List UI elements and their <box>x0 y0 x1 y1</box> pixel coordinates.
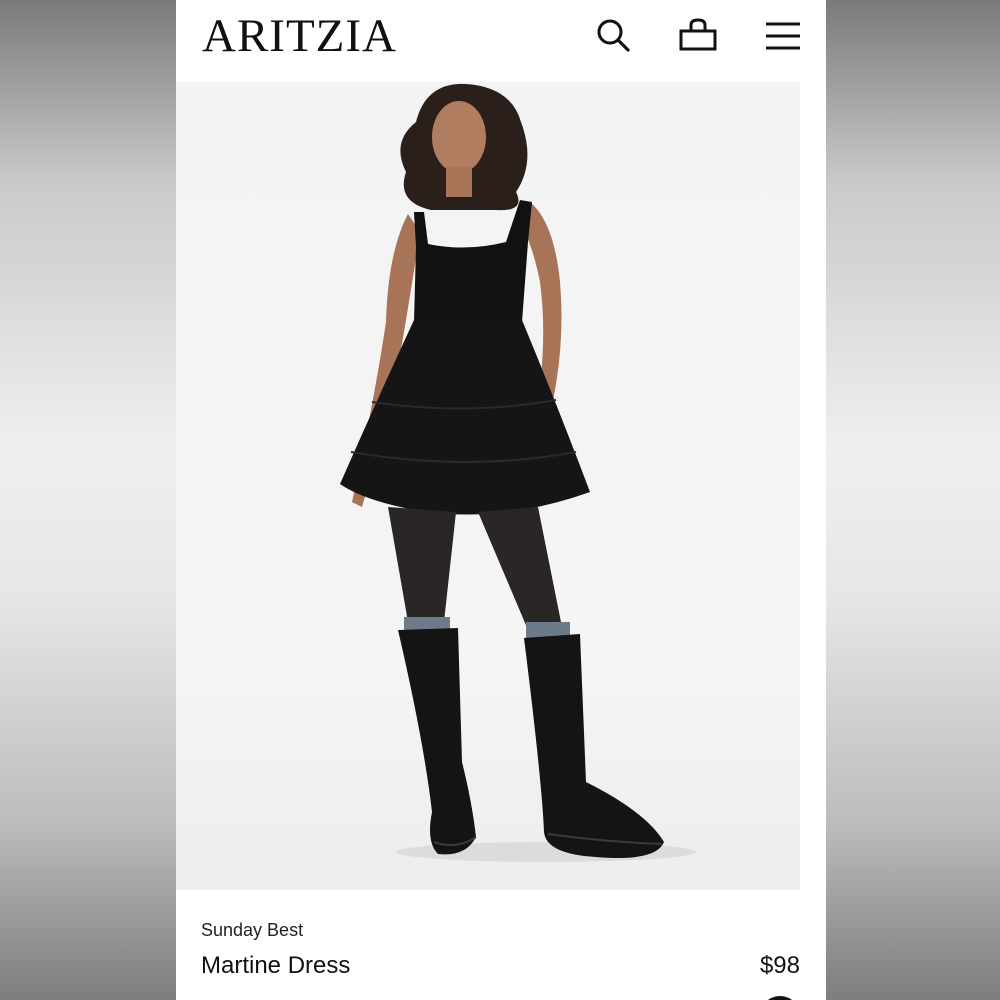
bag-icon[interactable] <box>678 16 718 56</box>
product-brand[interactable]: Sunday Best <box>201 920 303 941</box>
product-price: $98 <box>759 952 800 979</box>
product-page: ARITZIA Sunday Best Martine Dress $98 <box>176 0 826 1000</box>
menu-icon[interactable] <box>763 16 803 56</box>
right-backdrop <box>826 0 1000 1000</box>
product-image[interactable] <box>176 82 800 890</box>
brand-logo[interactable]: ARITZIA <box>202 10 397 62</box>
product-name[interactable]: Martine Dress <box>201 952 350 980</box>
color-swatch[interactable] <box>760 996 800 1000</box>
left-backdrop <box>0 0 176 1000</box>
search-icon[interactable] <box>594 16 634 56</box>
site-header: ARITZIA <box>176 0 826 82</box>
product-info: Sunday Best Martine Dress $98 <box>176 890 826 1000</box>
